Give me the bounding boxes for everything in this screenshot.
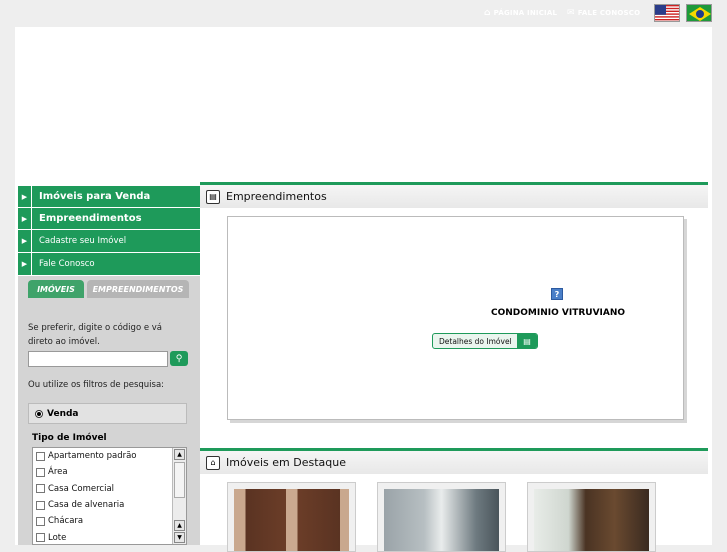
list-item[interactable]: Apartamento padrão xyxy=(33,448,186,464)
scroll-up-icon[interactable]: ▲ xyxy=(174,449,185,460)
home-icon: ⌂ xyxy=(484,8,491,18)
property-photo xyxy=(384,489,499,551)
house-icon: ⌂ xyxy=(206,456,220,470)
menu-fale-conosco[interactable]: ▶ Fale Conosco xyxy=(18,253,200,276)
us-flag-icon[interactable] xyxy=(654,4,680,22)
empreendimento-card xyxy=(227,216,684,420)
code-input[interactable] xyxy=(28,351,168,367)
menu-empreendimentos[interactable]: ▶ Empreendimentos xyxy=(18,208,200,230)
list-item[interactable]: Chácara xyxy=(33,513,186,529)
arrow-right-icon: ▶ xyxy=(18,208,32,229)
checkbox[interactable] xyxy=(36,501,45,510)
checkbox[interactable] xyxy=(36,517,45,526)
checkbox[interactable] xyxy=(36,484,45,493)
filters-hint: Ou utilize os filtros de pesquisa: xyxy=(28,378,164,392)
tab-empreendimentos[interactable]: EMPREENDIMENTOS xyxy=(87,280,189,298)
scroll-up-icon[interactable]: ▲ xyxy=(174,520,185,531)
list-item[interactable]: Casa de alvenaria xyxy=(33,497,186,513)
arrow-right-icon: ▶ xyxy=(18,253,32,275)
list-scrollbar[interactable]: ▲ ▲ ▼ xyxy=(172,448,186,544)
list-item[interactable]: Casa Comercial xyxy=(33,481,186,497)
tipo-title: Tipo de Imóvel xyxy=(32,433,107,443)
scroll-down-icon[interactable]: ▼ xyxy=(174,532,185,543)
search-button[interactable]: ⚲ xyxy=(170,351,188,366)
contact-link[interactable]: ✉ FALE CONOSCO xyxy=(567,8,640,18)
details-button[interactable]: Detalhes do Imóvel ▤ xyxy=(432,333,538,349)
tab-imoveis[interactable]: IMÓVEIS xyxy=(28,280,84,298)
venda-radio[interactable]: Venda xyxy=(28,403,187,424)
property-photo xyxy=(234,489,349,551)
building-icon: ▤ xyxy=(206,190,220,204)
property-photo xyxy=(534,489,649,551)
search-panel: IMÓVEIS EMPREENDIMENTOS Se preferir, dig… xyxy=(18,276,200,545)
section-header-destaque: ⌂ Imóveis em Destaque xyxy=(200,448,708,474)
checkbox[interactable] xyxy=(36,452,45,461)
featured-property-thumb[interactable] xyxy=(377,482,506,552)
mail-icon: ✉ xyxy=(567,8,575,18)
search-icon: ⚲ xyxy=(176,354,183,364)
list-item[interactable]: Área xyxy=(33,464,186,480)
section-header-empreendimentos: ▤ Empreendimentos xyxy=(200,182,708,208)
tipo-list: Apartamento padrão Área Casa Comercial C… xyxy=(32,447,187,545)
home-link[interactable]: ⌂ PÁGINA INICIAL xyxy=(484,8,557,18)
checkbox[interactable] xyxy=(36,533,45,542)
menu-cadastre-imovel[interactable]: ▶ Cadastre seu Imóvel xyxy=(18,230,200,253)
menu-imoveis-venda[interactable]: ▶ Imóveis para Venda xyxy=(18,186,200,208)
arrow-right-icon: ▶ xyxy=(18,230,32,252)
radio-selected-icon xyxy=(35,410,43,418)
list-item[interactable]: Lote xyxy=(33,529,186,545)
scroll-thumb[interactable] xyxy=(174,462,185,498)
arrow-right-icon: ▶ xyxy=(18,186,32,207)
featured-property-thumb[interactable] xyxy=(527,482,656,552)
empreendimento-name: CONDOMINIO VITRUVIANO xyxy=(491,308,625,318)
featured-property-thumb[interactable] xyxy=(227,482,356,552)
code-hint: Se preferir, digite o código e vá direto… xyxy=(28,321,178,349)
broken-image-icon[interactable]: ? xyxy=(551,288,563,300)
document-icon: ▤ xyxy=(517,334,537,348)
top-bar: ⌂ PÁGINA INICIAL ✉ FALE CONOSCO xyxy=(0,0,727,27)
brazil-flag-icon[interactable] xyxy=(686,4,712,22)
checkbox[interactable] xyxy=(36,468,45,477)
